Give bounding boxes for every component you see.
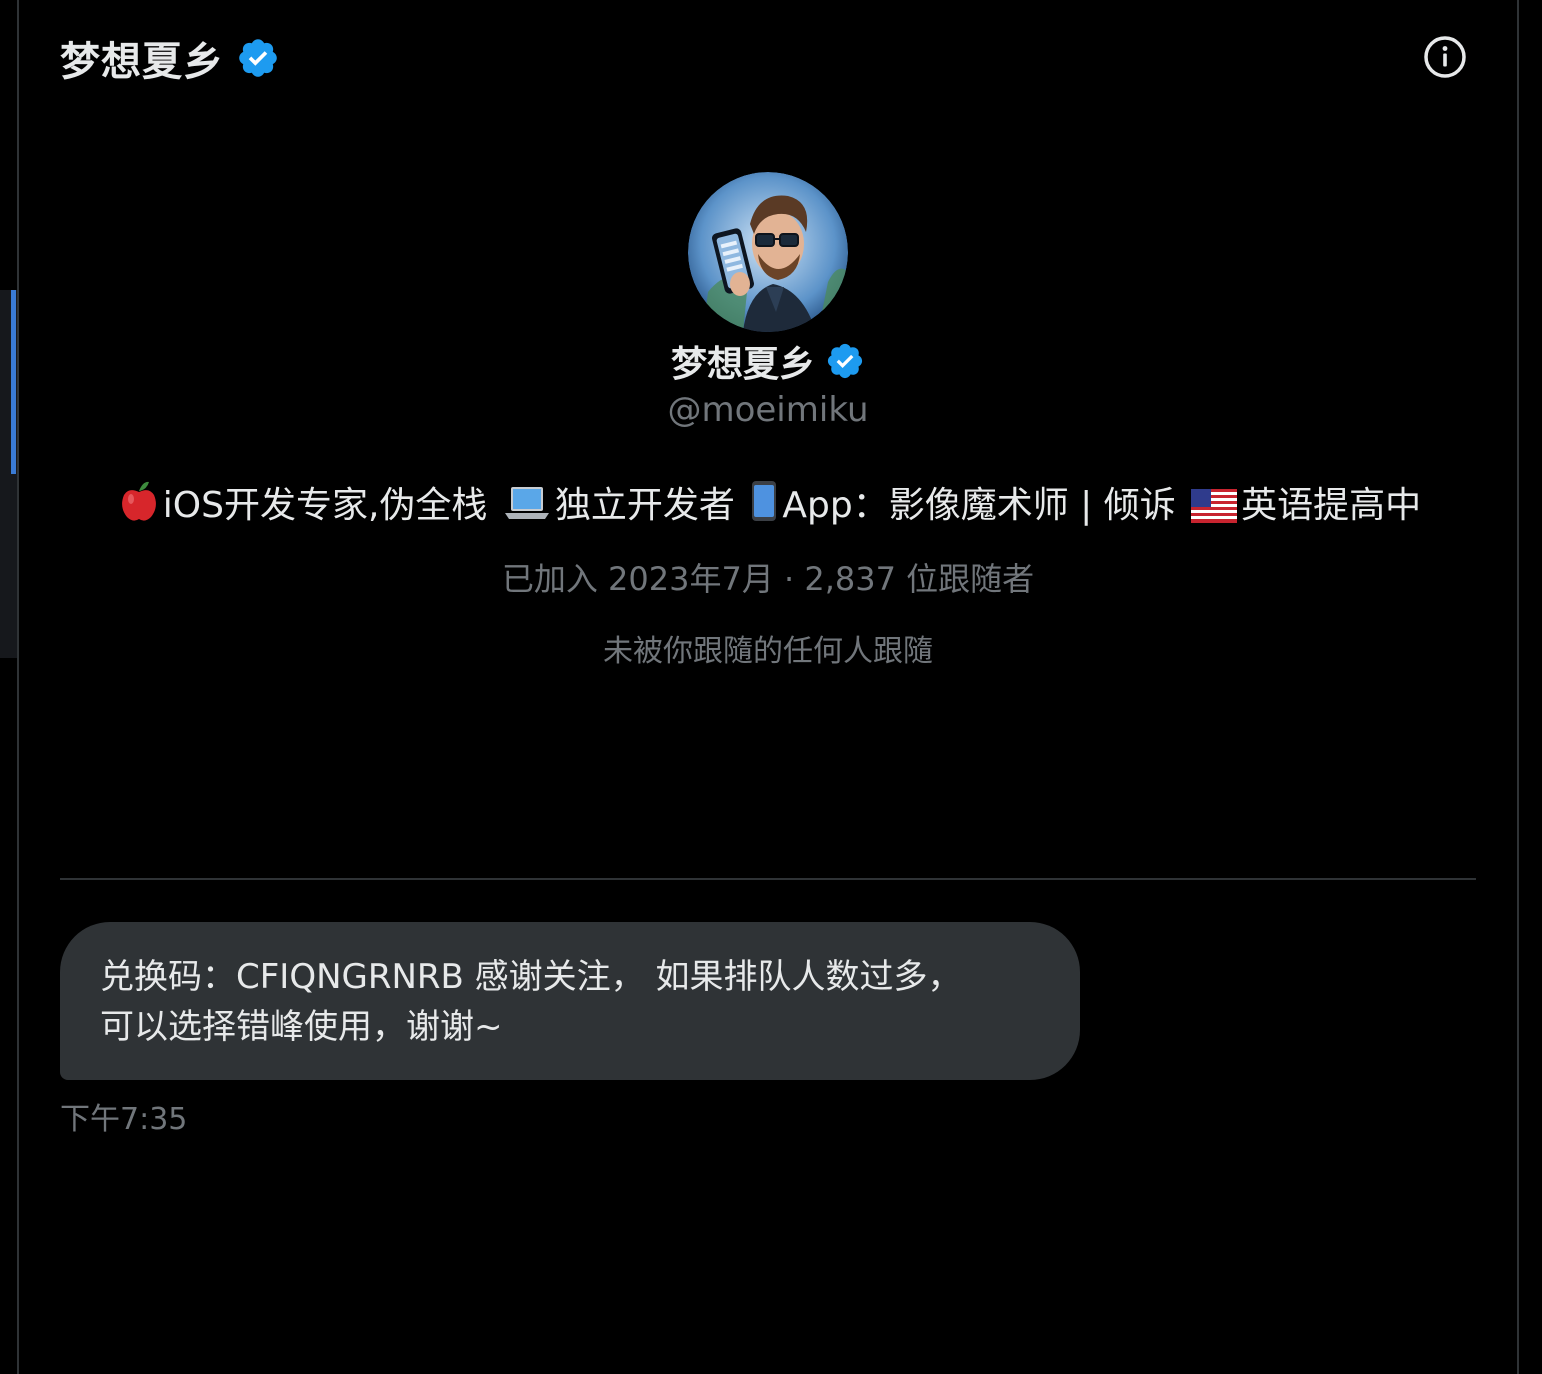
not-followed-note: 未被你跟隨的任何人跟隨 (603, 634, 933, 669)
profile-summary: 梦想夏乡 @moeimiku iOS开发专家,伪全栈 独立开发者 App：影像魔… (19, 172, 1517, 669)
conversation-header: 梦想夏乡 (60, 29, 280, 87)
verified-badge-icon (825, 341, 865, 381)
bio-text-1: iOS开发专家,伪全栈 (162, 485, 488, 526)
apple-emoji-icon (119, 479, 159, 532)
message-timestamp: 下午7:35 (60, 1102, 188, 1137)
profile-name-row: 梦想夏乡 (19, 334, 1517, 388)
dm-conversation-pane: 梦想夏乡 梦想夏乡 @moeimiku iOS开发专家,伪全栈 独立开发者 Ap… (0, 0, 1542, 1374)
bio-text-4: 英语提高中 (1241, 485, 1422, 526)
bio-text-2: 独立开发者 (554, 485, 735, 526)
profile-name[interactable]: 梦想夏乡 (671, 335, 815, 387)
bio-text-3: App：影像魔术师 | 倾诉 (782, 485, 1176, 526)
right-divider (1517, 0, 1519, 1374)
selected-conversation-indicator (11, 290, 16, 474)
header-title[interactable]: 梦想夏乡 (60, 29, 224, 87)
separator-dot: · (773, 560, 805, 598)
phone-emoji-icon (750, 479, 778, 532)
section-divider (60, 878, 1476, 880)
info-icon[interactable] (1422, 34, 1468, 80)
message-line-2: 可以选择错峰使用，谢谢~ (100, 1007, 503, 1047)
profile-bio: iOS开发专家,伪全栈 独立开发者 App：影像魔术师 | 倾诉 英语提高中 (19, 476, 1517, 526)
profile-joined-info: 已加入 2023年7月 · 2,837 位跟随者 (19, 554, 1517, 598)
followers-count[interactable]: 2,837 位跟随者 (804, 560, 1034, 598)
us-flag-emoji-icon (1191, 489, 1238, 532)
message-line-1: 兑换码：CFIQNGRNRB 感谢关注， 如果排队人数过多， (100, 957, 962, 997)
laptop-emoji-icon (503, 483, 551, 532)
profile-handle[interactable]: @moeimiku (19, 390, 1517, 434)
left-panel-edge (0, 0, 17, 1374)
joined-date: 已加入 2023年7月 (501, 560, 774, 598)
avatar[interactable] (688, 172, 848, 332)
message-bubble[interactable]: 兑换码：CFIQNGRNRB 感谢关注， 如果排队人数过多， 可以选择错峰使用，… (60, 922, 1080, 1080)
verified-badge-icon (236, 36, 280, 80)
